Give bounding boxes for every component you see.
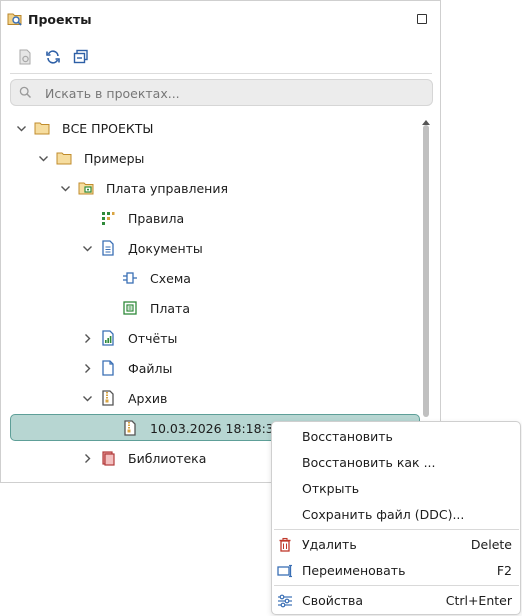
chevron-right-icon[interactable] [81,332,93,344]
tree-item-rules[interactable]: Правила [1,204,421,232]
chevron-down-icon[interactable] [37,152,49,164]
context-menu: Восстановить Восстановить как ... Открыт… [271,421,521,615]
chevron-down-icon[interactable] [15,122,27,134]
trash-icon [277,537,293,553]
tree-item-label: Правила [128,211,185,226]
refresh-icon[interactable] [43,47,63,67]
menu-item-rename[interactable]: Переименовать F2 [272,558,520,584]
tree-item-documents[interactable]: Документы [1,234,421,262]
schematic-icon [122,270,138,286]
projects-panel: Проекты Искать в проектах... ВСЕ ПРОЕКТЫ… [0,0,441,483]
menu-item-label: Переименовать [302,563,406,578]
menu-item-label: Восстановить [302,429,393,444]
tree-item-label: Архив [128,391,168,406]
tree-item-schematic[interactable]: Схема [1,264,421,292]
tree-item-label: Документы [128,241,203,256]
menu-item-label: Свойства [302,593,364,608]
rules-icon [100,210,116,226]
archive-item-icon [122,420,138,436]
panel-titlebar: Проекты [1,1,440,37]
search-box[interactable] [10,79,433,106]
menu-divider [274,585,519,586]
projects-icon [7,11,23,30]
menu-item-label: Удалить [302,537,357,552]
chevron-down-icon[interactable] [81,242,93,254]
tree-item-label: 10.03.2026 18:18:31 [150,421,282,436]
tree-item-label: Файлы [128,361,173,376]
maximize-icon[interactable] [417,14,427,24]
files-icon [100,360,116,376]
menu-item-save-file[interactable]: Сохранить файл (DDC)... [272,502,520,528]
chevron-down-icon[interactable] [59,182,71,194]
chevron-down-icon[interactable] [81,392,93,404]
tree-item-reports[interactable]: Отчёты [1,324,421,352]
panel-toolbar [1,41,440,73]
search-icon [19,86,32,102]
menu-item-open[interactable]: Открыть [272,476,520,502]
tree-item-label: Примеры [84,151,145,166]
collapse-all-icon[interactable] [71,47,91,67]
tree-item-label: ВСЕ ПРОЕКТЫ [62,121,154,136]
tree-item-label: Плата [150,301,190,316]
toolbar-divider [10,73,432,74]
menu-item-label: Восстановить как ... [302,455,436,470]
search-input[interactable] [45,84,415,102]
menu-item-shortcut: Delete [470,537,512,552]
menu-item-properties[interactable]: Свойства Ctrl+Enter [272,588,520,614]
folder-icon [56,150,72,166]
tree-item-label: Отчёты [128,331,178,346]
tree-item-board[interactable]: Плата [1,294,421,322]
scrollbar-thumb[interactable] [423,125,429,417]
documents-icon [100,240,116,256]
library-icon [100,450,116,466]
menu-item-label: Открыть [302,481,360,496]
reports-icon [100,330,116,346]
menu-divider [274,529,519,530]
menu-item-restore-as[interactable]: Восстановить как ... [272,450,520,476]
folder-icon [34,120,50,136]
tree-item-library[interactable]: Библиотека [1,444,271,472]
tree-item-all-projects[interactable]: ВСЕ ПРОЕКТЫ [1,114,421,142]
tree-item-label: Плата управления [106,181,228,196]
properties-icon [277,593,293,609]
menu-item-shortcut: F2 [496,563,512,578]
menu-item-restore[interactable]: Восстановить [272,424,520,450]
tree-item-archive[interactable]: Архив [1,384,421,412]
tree-item-files[interactable]: Файлы [1,354,421,382]
chevron-right-icon[interactable] [81,452,93,464]
tree-item-label: Библиотека [128,451,207,466]
archive-icon [100,390,116,406]
tree-item-label: Схема [150,271,191,286]
project-folder-icon [78,180,94,196]
panel-title: Проекты [28,12,92,27]
menu-item-label: Сохранить файл (DDC)... [302,507,465,522]
menu-item-delete[interactable]: Удалить Delete [272,532,520,558]
tree-item-examples[interactable]: Примеры [1,144,421,172]
menu-item-shortcut: Ctrl+Enter [445,593,512,608]
rename-icon [277,563,293,579]
board-icon [122,300,138,316]
tree-item-control-board[interactable]: Плата управления [1,174,421,202]
open-project-icon[interactable] [15,47,35,67]
chevron-right-icon[interactable] [81,362,93,374]
